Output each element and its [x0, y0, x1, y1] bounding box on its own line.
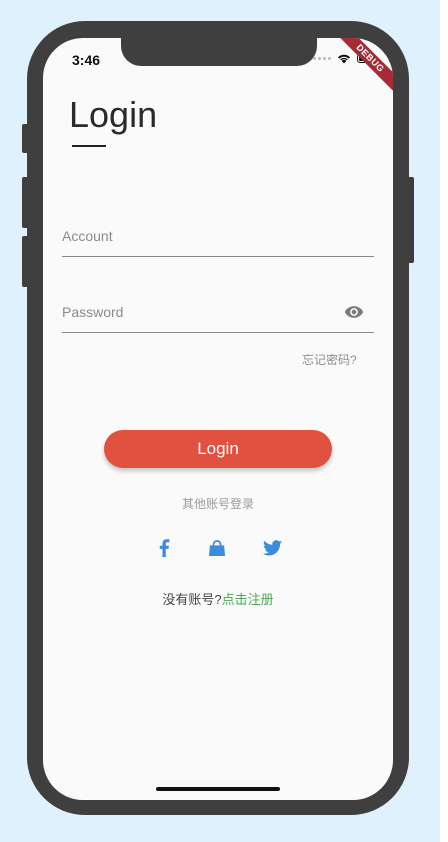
page-title: Login — [69, 94, 158, 135]
register-prompt-text: 没有账号? — [162, 592, 222, 607]
facebook-icon — [159, 539, 170, 557]
password-input[interactable] — [62, 292, 332, 332]
wifi-icon — [338, 54, 350, 64]
signal-icon — [313, 57, 331, 60]
password-field[interactable] — [62, 292, 374, 333]
app-screen: 3:46 DEBUG Login 忘记密码? Login 其他账号登录 — [43, 38, 393, 800]
status-time: 3:46 — [72, 52, 101, 68]
show-password-eye-icon[interactable] — [344, 302, 364, 322]
home-indicator — [156, 787, 280, 791]
shopping-bag-icon — [209, 540, 225, 556]
other-login-caption: 其他账号登录 — [181, 497, 254, 511]
twitter-login-button[interactable] — [260, 536, 284, 560]
login-button[interactable]: Login — [104, 430, 332, 468]
account-input[interactable] — [62, 216, 332, 256]
register-prompt: 没有账号?点击注册 — [43, 589, 393, 608]
facebook-login-button[interactable] — [152, 536, 176, 560]
shopping-login-button[interactable] — [205, 536, 229, 560]
forgot-password-link[interactable]: 忘记密码? — [302, 351, 357, 368]
device-notch — [121, 38, 317, 66]
twitter-icon — [262, 540, 282, 556]
title-underline — [72, 145, 106, 147]
register-link[interactable]: 点击注册 — [222, 592, 274, 607]
account-field[interactable] — [62, 216, 374, 257]
